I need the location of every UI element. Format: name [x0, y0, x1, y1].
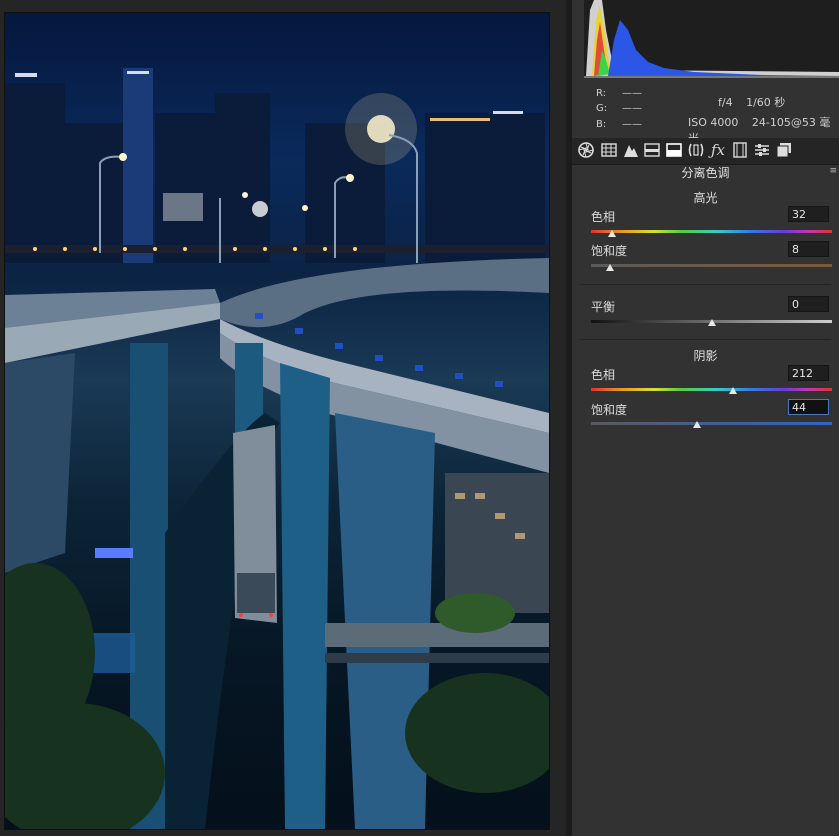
camera-calibration-icon[interactable]	[731, 141, 749, 159]
balance-knob[interactable]	[707, 319, 716, 326]
g-label: G:	[596, 103, 608, 114]
fx-icon[interactable]: ƒx	[709, 141, 727, 159]
histogram	[584, 0, 839, 78]
shadows-hue-input[interactable]: 212	[788, 365, 829, 381]
highlights-saturation-input[interactable]: 8	[788, 241, 829, 257]
balance-label: 平衡	[591, 300, 616, 314]
b-value: ——	[622, 119, 642, 130]
lens-correction-icon[interactable]	[687, 141, 705, 159]
highlights-hue-label: 色相	[591, 210, 616, 224]
rgb-r-row: R: ——	[596, 88, 656, 102]
panel-menu-icon[interactable]: ≡	[829, 166, 837, 176]
balance-input[interactable]: 0	[788, 296, 829, 312]
highlights-saturation-slider[interactable]	[591, 264, 832, 267]
rgb-b-row: B: ——	[596, 119, 656, 133]
highlights-saturation-label: 饱和度	[591, 244, 628, 258]
shadows-title: 阴影	[693, 349, 718, 363]
histogram-graph	[584, 0, 839, 78]
snapshots-icon[interactable]	[775, 141, 793, 159]
shadows-hue-label: 色相	[591, 368, 616, 382]
shadows-saturation-input[interactable]: 44	[788, 399, 829, 415]
highlights-title: 高光	[693, 191, 718, 205]
info-block: R: —— G: —— B: —— f/4 1/60 秒 ISO 4000 24…	[584, 84, 839, 145]
split-toning-icon[interactable]	[665, 141, 683, 159]
separator	[580, 284, 831, 285]
shadows-saturation-knob[interactable]	[693, 421, 702, 428]
shadows-saturation-slider[interactable]	[591, 422, 832, 425]
exposure-info: f/4 1/60 秒	[718, 94, 795, 110]
tool-tabs: ƒx	[572, 138, 839, 165]
b-label: B:	[596, 119, 607, 130]
night-overpass-photo	[5, 68, 549, 829]
shadows-hue-slider[interactable]	[591, 388, 832, 391]
r-label: R:	[596, 88, 607, 99]
highlights-hue-slider[interactable]	[591, 230, 832, 233]
mountain-detail-icon[interactable]	[622, 141, 640, 159]
hsl-icon[interactable]	[643, 141, 661, 159]
panel-title: 分离色调	[681, 166, 730, 180]
highlights-saturation-knob[interactable]	[606, 264, 615, 271]
shutter-text: 1/60 秒	[746, 96, 786, 109]
aperture-text: f/4	[718, 96, 733, 109]
tone-curve-grid-icon[interactable]	[600, 141, 618, 159]
rgb-g-row: G: ——	[596, 103, 656, 117]
image-canvas[interactable]	[0, 0, 566, 836]
shadows-hue-knob[interactable]	[728, 387, 737, 394]
iso-text: ISO 4000	[688, 116, 739, 129]
presets-icon[interactable]	[753, 141, 771, 159]
highlights-hue-input[interactable]: 32	[788, 206, 829, 222]
aperture-icon[interactable]	[577, 141, 595, 159]
photo-preview[interactable]	[4, 12, 550, 830]
g-value: ——	[622, 103, 642, 114]
highlights-hue-knob[interactable]	[608, 230, 617, 237]
r-value: ——	[622, 88, 642, 99]
separator	[580, 339, 831, 340]
shadows-saturation-label: 饱和度	[591, 403, 628, 417]
